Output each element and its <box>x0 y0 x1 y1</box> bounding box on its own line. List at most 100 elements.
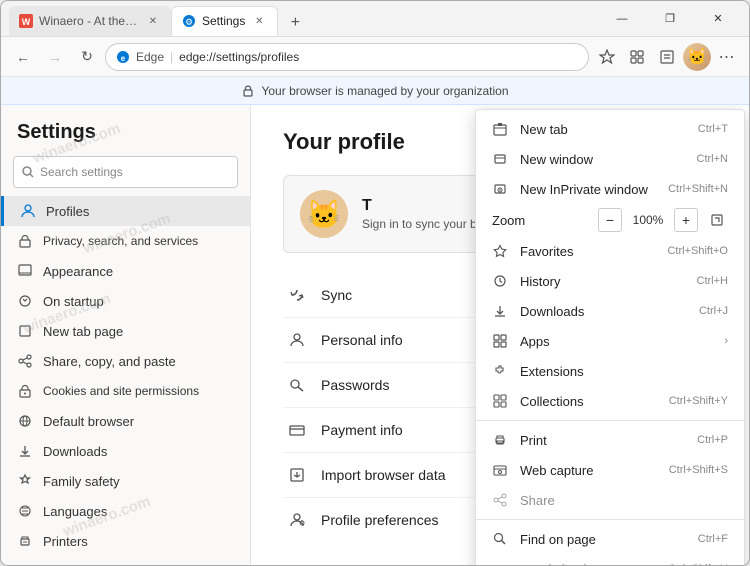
inprivate-label: New InPrivate window <box>520 182 656 197</box>
sidebar-item-appearance[interactable]: Appearance <box>1 256 250 286</box>
defaultbrowser-icon <box>17 413 33 429</box>
tab1-close[interactable]: ✕ <box>145 13 161 29</box>
sidebar-family-label: Family safety <box>43 474 120 489</box>
downloads-dropdown-icon <box>492 303 508 319</box>
dropdown-find[interactable]: Find on page Ctrl+F <box>476 524 744 554</box>
sidebar-item-family[interactable]: Family safety <box>1 466 250 496</box>
tab-winaero[interactable]: W Winaero - At the edge of tweak ✕ <box>9 6 171 36</box>
minimize-button[interactable]: — <box>599 4 645 34</box>
dropdown-history[interactable]: History Ctrl+H <box>476 266 744 296</box>
passwords-icon <box>287 375 307 395</box>
winaero-tab-icon: W <box>19 14 33 28</box>
share-dropdown-icon <box>492 492 508 508</box>
dropdown-downloads[interactable]: Downloads Ctrl+J <box>476 296 744 326</box>
dropdown-print[interactable]: Print Ctrl+P <box>476 425 744 455</box>
find-label: Find on page <box>520 532 686 547</box>
zoom-label: Zoom <box>492 213 590 228</box>
dropdown-inprivate[interactable]: New InPrivate window Ctrl+Shift+N <box>476 174 744 204</box>
sidebar: Settings Search settings Profiles Privac… <box>1 105 251 565</box>
edge-icon: e <box>116 50 130 64</box>
dropdown-favorites[interactable]: Favorites Ctrl+Shift+O <box>476 236 744 266</box>
readaloud-label: Read aloud <box>520 562 656 566</box>
tab-settings[interactable]: ⚙ Settings ✕ <box>171 6 278 36</box>
find-icon <box>492 531 508 547</box>
address-bar[interactable]: e Edge | edge://settings/profiles <box>105 43 589 71</box>
dropdown-new-tab[interactable]: New tab Ctrl+T <box>476 114 744 144</box>
newtab-icon <box>17 323 33 339</box>
new-tab-button[interactable]: + <box>282 10 308 36</box>
favorites-star-icon[interactable] <box>593 43 621 71</box>
dropdown-readaloud[interactable]: AA Read aloud Ctrl+Shift+U <box>476 554 744 565</box>
collections-label: Collections <box>520 394 657 409</box>
collections-dropdown-icon <box>492 393 508 409</box>
sidebar-cookies-label: Cookies and site permissions <box>43 384 199 398</box>
collections-icon[interactable] <box>623 43 651 71</box>
inprivate-shortcut: Ctrl+Shift+N <box>668 183 728 195</box>
sidebar-item-defaultbrowser[interactable]: Default browser <box>1 406 250 436</box>
sidebar-newtab-label: New tab page <box>43 324 123 339</box>
sidebar-item-share[interactable]: Share, copy, and paste <box>1 346 250 376</box>
title-bar: W Winaero - At the edge of tweak ✕ ⚙ Set… <box>1 1 749 37</box>
sidebar-item-newtab[interactable]: New tab page <box>1 316 250 346</box>
tab2-label: Settings <box>202 14 245 28</box>
print-shortcut: Ctrl+P <box>697 434 728 446</box>
info-bar: Your browser is managed by your organiza… <box>1 77 749 105</box>
dropdown-share[interactable]: Share <box>476 485 744 515</box>
zoom-value: 100% <box>630 213 666 227</box>
family-icon <box>17 473 33 489</box>
sidebar-item-printers[interactable]: Printers <box>1 526 250 556</box>
dropdown-webcapture[interactable]: Web capture Ctrl+Shift+S <box>476 455 744 485</box>
favorites-shortcut: Ctrl+Shift+O <box>667 245 728 257</box>
new-window-shortcut: Ctrl+N <box>697 153 728 165</box>
startup-icon <box>17 293 33 309</box>
zoom-plus-button[interactable]: + <box>674 208 698 232</box>
reading-list-icon[interactable] <box>653 43 681 71</box>
search-box[interactable]: Search settings <box>13 156 238 188</box>
sidebar-privacy-label: Privacy, search, and services <box>43 234 198 248</box>
dropdown-menu: New tab Ctrl+T New window Ctrl+N New InP… <box>475 109 745 565</box>
browser-window: W Winaero - At the edge of tweak ✕ ⚙ Set… <box>0 0 750 566</box>
print-label: Print <box>520 433 685 448</box>
sidebar-item-privacy[interactable]: Privacy, search, and services <box>1 226 250 256</box>
downloads-label: Downloads <box>520 304 687 319</box>
back-button[interactable]: ← <box>9 43 37 71</box>
webcapture-shortcut: Ctrl+Shift+S <box>669 464 728 476</box>
extensions-label: Extensions <box>520 364 728 379</box>
zoom-expand-button[interactable] <box>706 209 728 231</box>
sidebar-item-downloads[interactable]: Downloads <box>1 436 250 466</box>
lock-icon <box>241 84 255 98</box>
svg-text:W: W <box>22 17 31 27</box>
forward-button[interactable]: → <box>41 43 69 71</box>
sidebar-item-startup[interactable]: On startup <box>1 286 250 316</box>
sidebar-item-system[interactable]: System <box>1 556 250 565</box>
nav-bar: ← → ↻ e Edge | edge://settings/profiles … <box>1 37 749 77</box>
infobar-text: Your browser is managed by your organiza… <box>261 84 508 98</box>
tab2-close[interactable]: ✕ <box>251 13 267 29</box>
zoom-minus-button[interactable]: − <box>598 208 622 232</box>
find-shortcut: Ctrl+F <box>698 533 728 545</box>
restore-button[interactable]: ❐ <box>647 4 693 34</box>
cookies-icon <box>17 383 33 399</box>
profile-button[interactable]: 🐱 <box>683 43 711 71</box>
sidebar-item-profiles[interactable]: Profiles <box>1 196 250 226</box>
window-controls: — ❐ ✕ <box>599 4 741 34</box>
more-tools-button[interactable]: ⋯ <box>713 43 741 71</box>
sidebar-system-label: System <box>43 564 86 566</box>
webcapture-icon <box>492 462 508 478</box>
tab1-label: Winaero - At the edge of tweak <box>39 14 139 28</box>
sidebar-languages-label: Languages <box>43 504 107 519</box>
sidebar-item-languages[interactable]: Languages <box>1 496 250 526</box>
close-button[interactable]: ✕ <box>695 4 741 34</box>
svg-text:e: e <box>121 54 126 63</box>
dropdown-apps[interactable]: Apps › <box>476 326 744 356</box>
dropdown-new-window[interactable]: New window Ctrl+N <box>476 144 744 174</box>
profiles-icon <box>20 203 36 219</box>
dropdown-collections[interactable]: Collections Ctrl+Shift+Y <box>476 386 744 416</box>
content-area: winaero.com winaero.com winaero.com wina… <box>1 105 749 565</box>
downloads-sidebar-icon <box>17 443 33 459</box>
sidebar-downloads-label: Downloads <box>43 444 107 459</box>
sidebar-item-cookies[interactable]: Cookies and site permissions <box>1 376 250 406</box>
sidebar-printers-label: Printers <box>43 534 88 549</box>
dropdown-extensions[interactable]: Extensions <box>476 356 744 386</box>
refresh-button[interactable]: ↻ <box>73 43 101 71</box>
